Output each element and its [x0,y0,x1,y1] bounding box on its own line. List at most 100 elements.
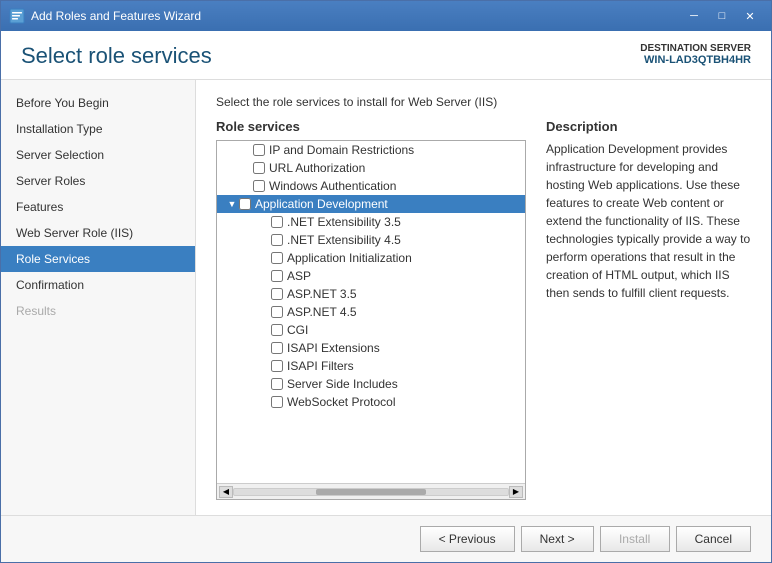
list-item[interactable]: Application Initialization [217,249,525,267]
next-button[interactable]: Next > [521,526,594,552]
minimize-button[interactable]: ─ [681,6,707,26]
list-item[interactable]: IP and Domain Restrictions [217,141,525,159]
list-item[interactable]: .NET Extensibility 4.5 [217,231,525,249]
checkbox-windows-auth[interactable] [253,180,265,192]
checkbox-app-dev[interactable] [239,198,251,210]
server-name: WIN-LAD3QTBH4HR [640,54,751,66]
content-intro: Select the role services to install for … [216,95,751,109]
page-header: Select role services DESTINATION SERVER … [1,31,771,80]
previous-button[interactable]: < Previous [420,526,515,552]
window-title: Add Roles and Features Wizard [31,9,201,23]
item-label: Windows Authentication [269,179,396,193]
checkbox-net-ext-35[interactable] [271,216,283,228]
sidebar-item-server-roles[interactable]: Server Roles [1,168,195,194]
expand-icon [257,323,271,337]
role-services-list-container: IP and Domain Restrictions URL Authoriza… [216,140,526,500]
content-body: Role services IP and Domain Restrictions [216,119,751,500]
sidebar: Before You Begin Installation Type Serve… [1,80,196,515]
checkbox-aspnet-45[interactable] [271,306,283,318]
page-title: Select role services [21,43,212,69]
list-item[interactable]: Windows Authentication [217,177,525,195]
expand-icon [257,287,271,301]
close-button[interactable]: ✕ [737,6,763,26]
sidebar-item-server-selection[interactable]: Server Selection [1,142,195,168]
scroll-thumb[interactable] [316,489,426,495]
content-area: Select the role services to install for … [196,80,771,515]
sidebar-item-role-services[interactable]: Role Services [1,246,195,272]
item-label: ASP.NET 4.5 [287,305,357,319]
checkbox-isapi-ext[interactable] [271,342,283,354]
list-item[interactable]: ASP.NET 3.5 [217,285,525,303]
role-services-label: Role services [216,119,526,134]
item-label: ISAPI Extensions [287,341,380,355]
sidebar-item-before-you-begin[interactable]: Before You Begin [1,90,195,116]
item-label: ISAPI Filters [287,359,354,373]
app-icon [9,8,25,24]
checkbox-app-init[interactable] [271,252,283,264]
item-label: Application Initialization [287,251,412,265]
checkbox-aspnet-35[interactable] [271,288,283,300]
sidebar-item-web-server-role[interactable]: Web Server Role (IIS) [1,220,195,246]
expand-icon [239,161,253,175]
expand-icon [257,305,271,319]
list-item[interactable]: .NET Extensibility 3.5 [217,213,525,231]
list-item[interactable]: URL Authorization [217,159,525,177]
list-item[interactable]: CGI [217,321,525,339]
list-item[interactable]: Server Side Includes [217,375,525,393]
item-label: ASP [287,269,311,283]
list-item[interactable]: ASP.NET 4.5 [217,303,525,321]
list-item[interactable]: ASP [217,267,525,285]
list-item-app-dev[interactable]: ▼ Application Development [217,195,525,213]
horizontal-scrollbar[interactable]: ◀ ▶ [217,483,525,499]
item-label: URL Authorization [269,161,365,175]
expand-icon [257,377,271,391]
title-bar-left: Add Roles and Features Wizard [9,8,201,24]
main-content: Before You Begin Installation Type Serve… [1,80,771,515]
list-item[interactable]: ISAPI Extensions [217,339,525,357]
scroll-track[interactable] [233,488,509,496]
server-label: DESTINATION SERVER [640,43,751,54]
checkbox-asp[interactable] [271,270,283,282]
scroll-left-button[interactable]: ◀ [219,486,233,498]
description-text: Application Development provides infrast… [546,140,751,302]
sidebar-item-features[interactable]: Features [1,194,195,220]
list-item[interactable]: WebSocket Protocol [217,393,525,411]
main-window: Add Roles and Features Wizard ─ □ ✕ Sele… [0,0,772,563]
item-label: Application Development [255,197,388,211]
sidebar-item-results: Results [1,298,195,324]
expand-icon [257,395,271,409]
install-button: Install [600,526,670,552]
title-bar: Add Roles and Features Wizard ─ □ ✕ [1,1,771,31]
expand-icon [257,251,271,265]
maximize-button[interactable]: □ [709,6,735,26]
scroll-right-button[interactable]: ▶ [509,486,523,498]
expand-icon [257,215,271,229]
sidebar-item-installation-type[interactable]: Installation Type [1,116,195,142]
checkbox-server-side-includes[interactable] [271,378,283,390]
collapse-icon[interactable]: ▼ [225,197,239,211]
checkbox-url-auth[interactable] [253,162,265,174]
item-label: CGI [287,323,308,337]
description-label: Description [546,119,751,134]
role-services-panel: Role services IP and Domain Restrictions [216,119,526,500]
role-services-list-scroll[interactable]: IP and Domain Restrictions URL Authoriza… [217,141,525,483]
checkbox-net-ext-45[interactable] [271,234,283,246]
item-label: Server Side Includes [287,377,398,391]
window-controls: ─ □ ✕ [681,6,763,26]
checkbox-websocket[interactable] [271,396,283,408]
expand-icon [239,179,253,193]
item-label: .NET Extensibility 4.5 [287,233,401,247]
cancel-button[interactable]: Cancel [676,526,751,552]
checkbox-ip-domain[interactable] [253,144,265,156]
expand-icon [239,143,253,157]
list-item[interactable]: ISAPI Filters [217,357,525,375]
description-panel: Description Application Development prov… [546,119,751,500]
expand-icon [257,269,271,283]
server-info: DESTINATION SERVER WIN-LAD3QTBH4HR [640,43,751,66]
footer: < Previous Next > Install Cancel [1,515,771,562]
item-label: ASP.NET 3.5 [287,287,357,301]
item-label: WebSocket Protocol [287,395,396,409]
sidebar-item-confirmation[interactable]: Confirmation [1,272,195,298]
checkbox-cgi[interactable] [271,324,283,336]
checkbox-isapi-filters[interactable] [271,360,283,372]
